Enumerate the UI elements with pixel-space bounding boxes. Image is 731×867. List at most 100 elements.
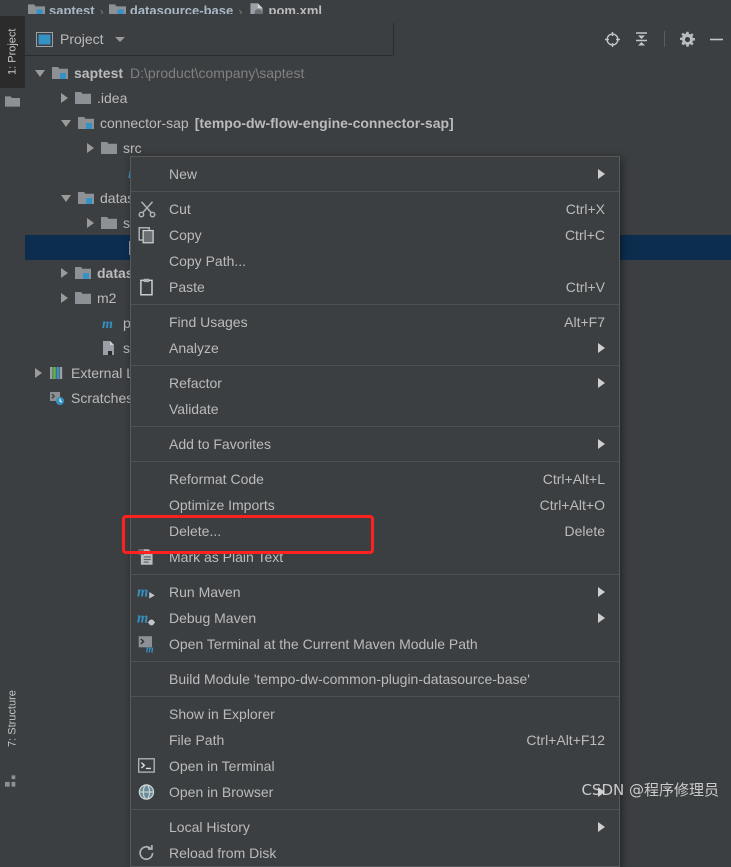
expand-arrow-icon[interactable] bbox=[35, 70, 45, 77]
tool-window-tab-project[interactable]: 1: Project bbox=[0, 16, 25, 88]
expand-arrow-icon[interactable] bbox=[35, 367, 42, 378]
menu-item-accel: Delete bbox=[564, 523, 605, 539]
folder-icon bbox=[101, 216, 117, 229]
expand-arrow-icon[interactable] bbox=[61, 292, 68, 303]
menu-item-label: Debug Maven bbox=[169, 610, 257, 626]
project-view-icon bbox=[36, 31, 53, 47]
menu-item-cut[interactable]: Cut Ctrl+X bbox=[131, 196, 619, 222]
project-view-selector[interactable]: Project bbox=[25, 23, 393, 55]
terminal-icon bbox=[138, 758, 155, 773]
gear-icon[interactable] bbox=[679, 31, 696, 48]
tool-window-tab-project-label: 1: Project bbox=[6, 28, 19, 76]
svg-text:m: m bbox=[137, 610, 148, 626]
menu-item-label: Refactor bbox=[169, 375, 222, 391]
menu-item-run-maven[interactable]: m Run Maven bbox=[131, 579, 619, 605]
collapse-all-icon[interactable] bbox=[633, 31, 650, 48]
menu-item-reformat-code[interactable]: Reformat Code Ctrl+Alt+L bbox=[131, 466, 619, 492]
chevron-down-icon[interactable] bbox=[114, 36, 125, 42]
tool-window-tab-structure[interactable]: 7: Structure bbox=[0, 674, 25, 764]
debug-maven-icon: m bbox=[137, 610, 156, 626]
expand-arrow-icon[interactable] bbox=[61, 267, 68, 278]
reload-icon bbox=[139, 845, 154, 861]
menu-item-find-usages[interactable]: Find Usages Alt+F7 bbox=[131, 309, 619, 335]
menu-item-new[interactable]: New bbox=[131, 161, 619, 187]
maven-m-icon: m bbox=[102, 317, 113, 331]
menu-separator bbox=[131, 661, 619, 662]
menu-item-label: Open Terminal at the Current Maven Modul… bbox=[169, 636, 478, 652]
tree-row-saptest[interactable]: saptest D:\product\company\saptest bbox=[25, 60, 731, 85]
structure-icon bbox=[5, 775, 16, 787]
expand-arrow-icon[interactable] bbox=[61, 120, 71, 127]
tree-row-connector-sap[interactable]: connector-sap [tempo-dw-flow-engine-conn… bbox=[25, 110, 731, 135]
menu-item-label: File Path bbox=[169, 732, 225, 748]
menu-item-delete[interactable]: Delete... Delete bbox=[131, 518, 619, 544]
menu-separator bbox=[131, 574, 619, 575]
expand-arrow-icon[interactable] bbox=[87, 217, 94, 228]
menu-item-label: Mark as Plain Text bbox=[169, 549, 284, 565]
menu-item-validate[interactable]: Validate bbox=[131, 396, 619, 422]
project-panel-toolbar: Project bbox=[25, 23, 731, 55]
menu-item-label: Paste bbox=[169, 279, 205, 295]
menu-item-add-to-favorites[interactable]: Add to Favorites bbox=[131, 431, 619, 457]
external-libraries-icon bbox=[50, 366, 63, 379]
menu-item-file-path[interactable]: File Path Ctrl+Alt+F12 bbox=[131, 727, 619, 753]
expand-arrow-icon[interactable] bbox=[61, 92, 68, 103]
tree-row-path: D:\product\company\saptest bbox=[130, 64, 305, 81]
expand-arrow-icon[interactable] bbox=[87, 142, 94, 153]
breadcrumb-label-0: saptest bbox=[49, 3, 95, 14]
tree-row-idea[interactable]: .idea bbox=[25, 85, 731, 110]
menu-item-open-terminal-maven[interactable]: m Open Terminal at the Current Maven Mod… bbox=[131, 631, 619, 657]
menu-item-mark-as-plain-text[interactable]: x Mark as Plain Text bbox=[131, 544, 619, 570]
menu-item-local-history[interactable]: Local History bbox=[131, 814, 619, 840]
expand-arrow-icon[interactable] bbox=[61, 195, 71, 202]
breadcrumb-item-0[interactable]: saptest bbox=[28, 2, 95, 14]
menu-item-label: Open in Browser bbox=[169, 784, 274, 800]
submenu-arrow-icon bbox=[598, 587, 605, 597]
menu-item-debug-maven[interactable]: m Debug Maven bbox=[131, 605, 619, 631]
menu-item-analyze[interactable]: Analyze bbox=[131, 335, 619, 361]
menu-item-accel: Alt+F7 bbox=[564, 314, 605, 330]
menu-item-open-in-terminal[interactable]: Open in Terminal bbox=[131, 753, 619, 779]
breadcrumb-item-1[interactable]: datasource-base bbox=[108, 2, 233, 14]
tree-label: src bbox=[123, 139, 142, 156]
menu-item-accel: Ctrl+Alt+L bbox=[542, 471, 605, 487]
menu-item-label: Optimize Imports bbox=[169, 497, 275, 513]
menu-item-copy-path[interactable]: Copy Path... bbox=[131, 248, 619, 274]
svg-text:m: m bbox=[146, 644, 154, 653]
submenu-arrow-icon bbox=[598, 613, 605, 623]
toolbar-divider bbox=[393, 23, 394, 55]
folder-icon bbox=[75, 91, 91, 104]
svg-text:m: m bbox=[137, 584, 148, 600]
menu-item-paste[interactable]: Paste Ctrl+V bbox=[131, 274, 619, 300]
expand-arrow-placeholder bbox=[87, 322, 94, 323]
module-folder-icon bbox=[75, 266, 91, 279]
breadcrumb-item-2[interactable]: pom.xml bbox=[248, 2, 322, 14]
menu-item-label: Cut bbox=[169, 201, 191, 217]
menu-item-label: Build Module 'tempo-dw-common-plugin-dat… bbox=[169, 671, 530, 687]
menu-item-refactor[interactable]: Refactor bbox=[131, 370, 619, 396]
menu-separator bbox=[131, 191, 619, 192]
tree-label: m2 bbox=[97, 289, 117, 306]
locate-in-tree-icon[interactable] bbox=[604, 31, 621, 48]
expand-arrow-placeholder bbox=[35, 397, 42, 398]
browser-icon bbox=[138, 784, 155, 800]
plain-text-mark-icon: x bbox=[138, 549, 153, 565]
menu-item-label: Delete... bbox=[169, 523, 222, 539]
breadcrumb: saptest › datasource-base › pom.xml bbox=[0, 0, 731, 14]
menu-item-copy[interactable]: Copy Ctrl+C bbox=[131, 222, 619, 248]
maven-pom-file-icon bbox=[249, 3, 263, 14]
menu-item-build-module[interactable]: Build Module 'tempo-dw-common-plugin-dat… bbox=[131, 666, 619, 692]
plain-text-file-icon bbox=[103, 340, 114, 355]
minimize-icon[interactable] bbox=[708, 31, 725, 48]
menu-item-open-in-browser[interactable]: Open in Browser bbox=[131, 779, 619, 805]
svg-text:x: x bbox=[139, 550, 142, 556]
paste-icon bbox=[140, 278, 153, 296]
menu-item-optimize-imports[interactable]: Optimize Imports Ctrl+Alt+O bbox=[131, 492, 619, 518]
menu-item-reload-from-disk[interactable]: Reload from Disk bbox=[131, 840, 619, 866]
tree-label: .idea bbox=[97, 89, 128, 106]
menu-item-accel: Ctrl+Alt+O bbox=[539, 497, 605, 513]
breadcrumb-label-2: pom.xml bbox=[268, 3, 323, 14]
menu-item-show-in-explorer[interactable]: Show in Explorer bbox=[131, 701, 619, 727]
expand-arrow-placeholder bbox=[87, 347, 94, 348]
expand-arrow-placeholder bbox=[113, 172, 120, 173]
